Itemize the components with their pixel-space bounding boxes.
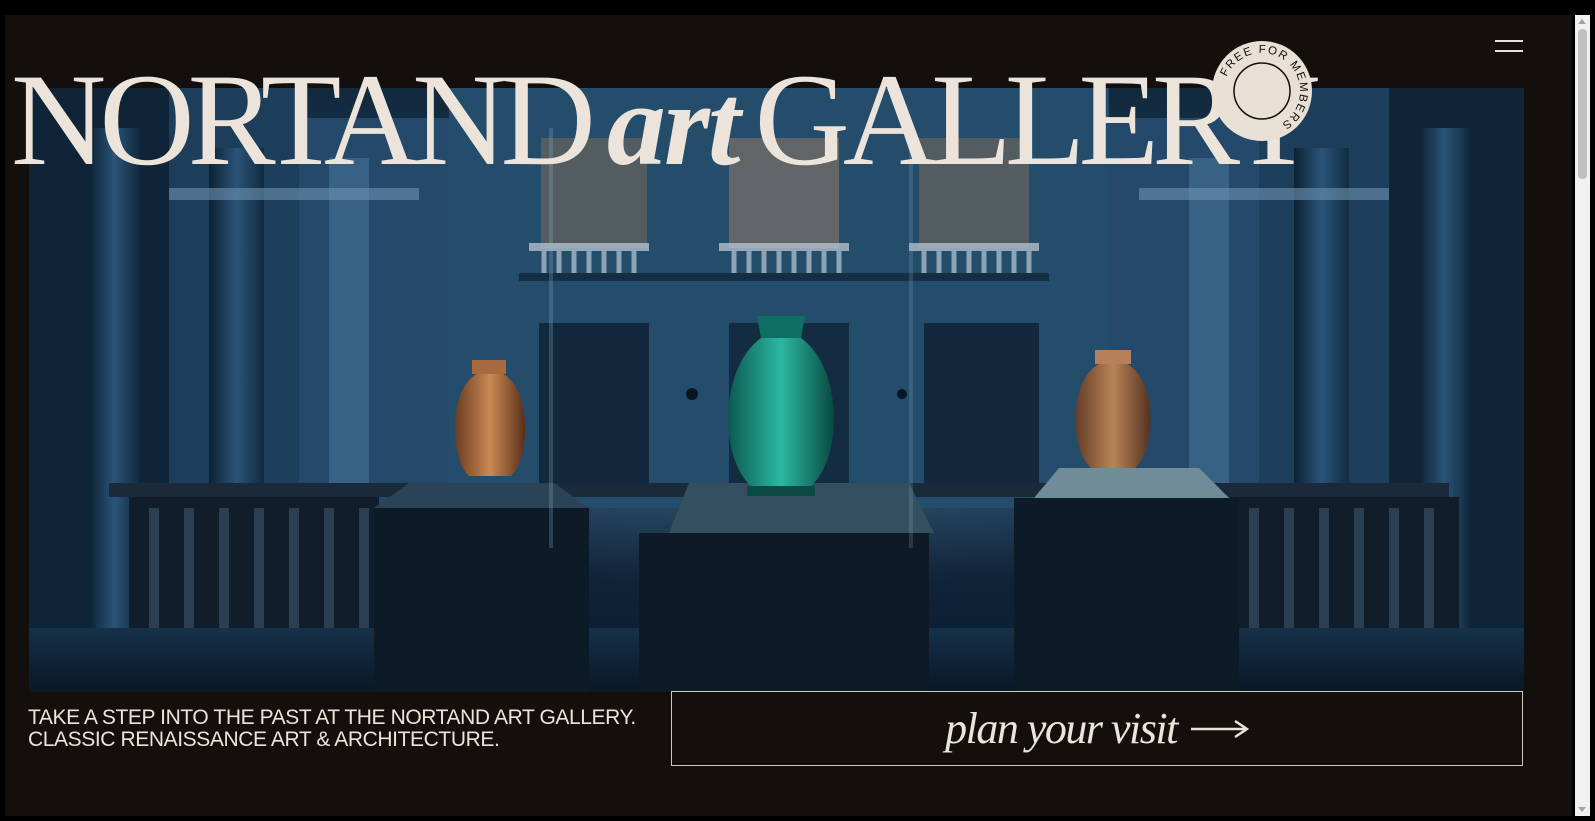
scroll-up-arrow-icon[interactable]	[1578, 19, 1586, 24]
wordmark-nortand: NORTAND	[11, 46, 596, 194]
page-viewport: NORTAND art GALLERY FREE FOR MEMBERS TAKE …	[5, 15, 1572, 816]
scroll-down-arrow-icon[interactable]	[1578, 807, 1586, 812]
hamburger-menu-icon[interactable]	[1495, 39, 1523, 53]
badge-seal-icon: FREE FOR MEMBERS	[1212, 41, 1312, 141]
page-scrollbar[interactable]	[1575, 15, 1590, 816]
wordmark-art: art	[606, 59, 741, 191]
menu-line-top	[1495, 40, 1523, 42]
free-for-members-badge[interactable]: FREE FOR MEMBERS	[1211, 40, 1313, 142]
site-wordmark[interactable]: NORTAND art GALLERY	[11, 54, 1321, 186]
long-arrow-right-icon	[1190, 719, 1249, 738]
scrollbar-thumb[interactable]	[1578, 29, 1587, 179]
intro-tagline: TAKE A STEP INTO THE PAST AT THE NORTAND…	[28, 706, 636, 751]
plan-visit-label: plan your visit	[945, 704, 1178, 753]
plan-your-visit-button[interactable]: plan your visit	[671, 691, 1523, 766]
menu-line-bottom	[1495, 50, 1523, 52]
